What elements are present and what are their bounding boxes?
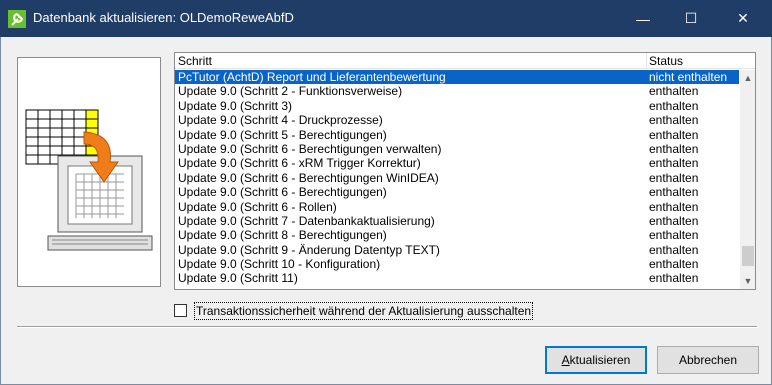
step-cell: Update 9.0 (Schritt 4 - Druckprozesse) <box>178 113 383 128</box>
table-row[interactable]: Update 9.0 (Schritt 8 - Berechtigungen) e… <box>175 228 739 242</box>
cancel-button-label: Abbrechen <box>678 353 738 367</box>
title-bar[interactable]: Datenbank aktualisieren: OLDemoReweAbfD … <box>0 0 772 37</box>
column-header-step[interactable]: Schritt <box>178 54 212 68</box>
column-divider[interactable] <box>646 53 647 69</box>
window-title: Datenbank aktualisieren: OLDemoReweAbfD <box>33 10 294 25</box>
status-cell: enthalten <box>649 213 699 228</box>
step-cell: Update 9.0 (Schritt 9 - Änderung Datenty… <box>178 242 440 257</box>
table-row[interactable]: Update 9.0 (Schritt 9 - Änderung Datenty… <box>175 243 739 257</box>
computer-table-icon <box>25 109 153 251</box>
status-cell: enthalten <box>649 170 699 185</box>
list-body: PcTutor (AchtD) Report und Lieferantenbe… <box>175 70 739 289</box>
table-row[interactable]: Update 9.0 (Schritt 5 - Berechtigungen) e… <box>175 128 739 142</box>
step-cell: Update 9.0 (Schritt 11) <box>178 271 298 286</box>
status-cell: enthalten <box>649 242 699 257</box>
update-accelerator: A <box>561 353 570 367</box>
scroll-down-icon[interactable]: ▼ <box>740 273 755 289</box>
maximize-button[interactable]: ☐ <box>668 0 714 37</box>
status-cell: enthalten <box>649 228 699 243</box>
maximize-icon: ☐ <box>684 10 698 26</box>
database-update-illustration <box>17 57 161 287</box>
separator <box>17 326 757 328</box>
status-cell: enthalten <box>649 199 699 214</box>
table-row[interactable]: Update 9.0 (Schritt 10 - Konfiguration) e… <box>175 257 739 271</box>
status-cell: enthalten <box>649 84 699 99</box>
status-cell: enthalten <box>649 141 699 156</box>
disable-transaction-label[interactable]: Transaktionssicherheit während der Aktua… <box>194 302 534 320</box>
step-cell: PcTutor (AchtD) Report und Lieferantenbe… <box>178 70 446 84</box>
table-row[interactable]: PcTutor (AchtD) Report und Lieferantenbe… <box>175 70 739 85</box>
table-row[interactable]: Update 9.0 (Schritt 6 - Berechtigungen) e… <box>175 185 739 199</box>
status-cell: enthalten <box>649 98 699 113</box>
table-row[interactable]: Update 9.0 (Schritt 2 - Funktionsverweis… <box>175 84 739 98</box>
status-cell: enthalten <box>649 156 699 171</box>
column-header-status[interactable]: Status <box>649 54 683 68</box>
step-cell: Update 9.0 (Schritt 6 - Rollen) <box>178 199 337 214</box>
status-cell: enthalten <box>649 127 699 142</box>
table-row[interactable]: Update 9.0 (Schritt 6 - Berechtigungen W… <box>175 171 739 185</box>
close-button[interactable]: ✕ <box>720 0 766 37</box>
table-row[interactable]: Update 9.0 (Schritt 6 - xRM Trigger Korr… <box>175 156 739 170</box>
status-cell: enthalten <box>649 271 699 286</box>
status-cell: enthalten <box>649 257 699 272</box>
step-cell: Update 9.0 (Schritt 10 - Konfiguration) <box>178 257 381 272</box>
table-row[interactable]: Update 9.0 (Schritt 11) enthalten <box>175 271 739 285</box>
step-cell: Update 9.0 (Schritt 6 - Berechtigungen) <box>178 185 387 200</box>
wrench-icon <box>8 10 26 28</box>
table-row[interactable]: Update 9.0 (Schritt 7 - Datenbankaktuali… <box>175 214 739 228</box>
step-cell: Update 9.0 (Schritt 8 - Berechtigungen) <box>178 228 387 243</box>
table-row[interactable]: Update 9.0 (Schritt 6 - Berechtigungen v… <box>175 142 739 156</box>
step-cell: Update 9.0 (Schritt 6 - Berechtigungen v… <box>178 141 442 156</box>
close-icon: ✕ <box>737 10 749 26</box>
table-row[interactable]: Update 9.0 (Schritt 6 - Rollen) enthalten <box>175 200 739 214</box>
vertical-scrollbar[interactable]: ▲ ▼ <box>740 70 755 289</box>
cancel-button[interactable]: Abbrechen <box>657 346 759 374</box>
disable-transaction-checkbox[interactable] <box>174 304 187 317</box>
table-row[interactable]: Update 9.0 (Schritt 3) enthalten <box>175 99 739 113</box>
step-cell: Update 9.0 (Schritt 6 - xRM Trigger Korr… <box>178 156 421 171</box>
step-cell: Update 9.0 (Schritt 3) <box>178 98 293 113</box>
status-cell: enthalten <box>649 185 699 200</box>
scroll-thumb[interactable] <box>742 246 754 266</box>
status-cell: enthalten <box>649 113 699 128</box>
status-cell: nicht enthalten <box>649 70 728 84</box>
list-header: Schritt Status <box>175 53 755 69</box>
update-button-label: ktualisieren <box>569 353 631 367</box>
step-cell: Update 9.0 (Schritt 7 - Datenbankaktuali… <box>178 213 435 228</box>
update-steps-list[interactable]: Schritt Status PcTutor (AchtD) Report un… <box>174 52 756 290</box>
minimize-icon: — <box>636 10 650 27</box>
update-button[interactable]: Aktualisieren <box>545 346 647 374</box>
scroll-up-icon[interactable]: ▲ <box>740 70 755 86</box>
step-cell: Update 9.0 (Schritt 2 - Funktionsverweis… <box>178 84 403 99</box>
table-row[interactable]: Update 9.0 (Schritt 4 - Druckprozesse) en… <box>175 113 739 127</box>
minimize-button[interactable]: — <box>620 0 666 37</box>
step-cell: Update 9.0 (Schritt 6 - Berechtigungen W… <box>178 170 439 185</box>
step-cell: Update 9.0 (Schritt 5 - Berechtigungen) <box>178 127 387 142</box>
